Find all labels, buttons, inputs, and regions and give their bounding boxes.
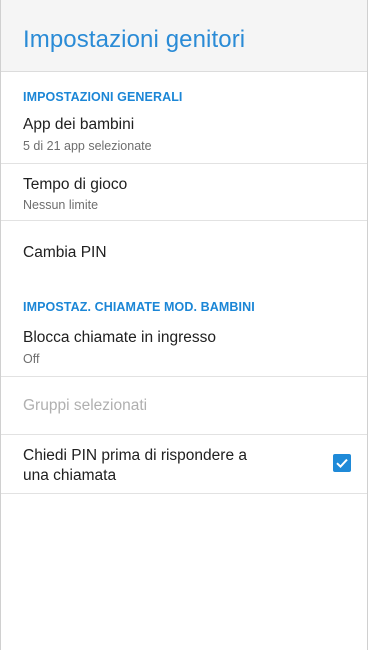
- play-time-title: Tempo di gioco: [23, 176, 128, 193]
- block-calls-title: Blocca chiamate in ingresso: [23, 329, 216, 346]
- change-pin-title: Cambia PIN: [23, 244, 107, 261]
- app-bar: Impostazioni genitori: [1, 0, 367, 72]
- checkmark-icon: [336, 458, 348, 469]
- ask-pin-title-line1: Chiedi PIN prima di rispondere a: [23, 447, 247, 464]
- kids-apps-summary: 5 di 21 app selezionate: [23, 139, 152, 153]
- play-time-item[interactable]: Tempo di gioco Nessun limite: [1, 164, 367, 221]
- ask-pin-title-line2: una chiamata: [23, 467, 117, 484]
- selected-groups-item: Gruppi selezionati: [1, 377, 367, 435]
- block-calls-summary: Off: [23, 352, 40, 366]
- kids-apps-title: App dei bambini: [23, 116, 135, 133]
- page-title: Impostazioni genitori: [23, 26, 246, 53]
- kids-apps-item[interactable]: App dei bambini 5 di 21 app selezionate: [1, 108, 367, 164]
- section-header-calls: IMPOSTAZ. CHIAMATE MOD. BAMBINI: [23, 300, 255, 314]
- settings-screen: Impostazioni genitori IMPOSTAZIONI GENER…: [0, 0, 368, 650]
- selected-groups-title: Gruppi selezionati: [23, 397, 148, 414]
- play-time-summary: Nessun limite: [23, 198, 99, 212]
- block-calls-item[interactable]: Blocca chiamate in ingresso Off: [1, 318, 367, 377]
- change-pin-item[interactable]: Cambia PIN: [1, 221, 367, 283]
- ask-pin-checkbox[interactable]: [333, 454, 351, 472]
- ask-pin-item[interactable]: Chiedi PIN prima di rispondere a una chi…: [1, 435, 367, 494]
- section-header-general: IMPOSTAZIONI GENERALI: [23, 90, 183, 104]
